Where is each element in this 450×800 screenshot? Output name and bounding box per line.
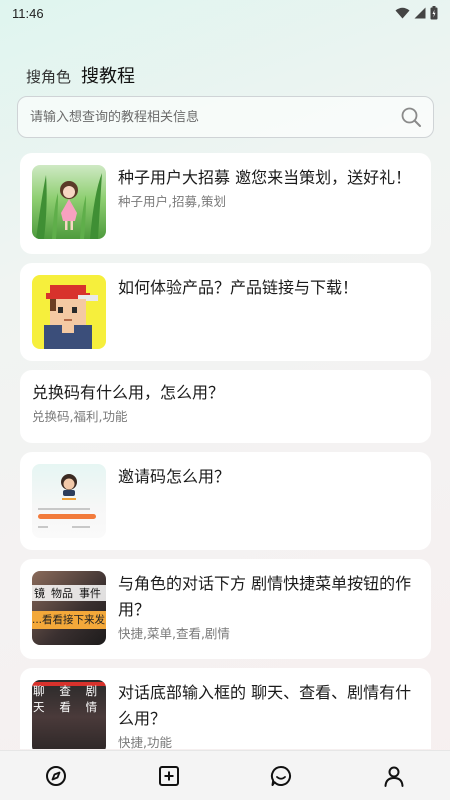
thumb-text: 镜	[34, 587, 45, 600]
status-icons	[395, 6, 438, 20]
card-title: 种子用户大招募 邀您来当策划，送好礼！	[118, 168, 412, 187]
pixel-boy-cap-thumbnail	[32, 275, 106, 349]
user-icon	[384, 766, 404, 787]
tutorial-list: 种子用户大招募 邀您来当策划，送好礼！ 种子用户,招募,策划 如何体验产品？产品…	[20, 153, 431, 749]
card-body: 如何体验产品？产品链接与下载！	[118, 275, 419, 349]
tutorial-card[interactable]: 聊天 查看 剧情 对话底部输入框的 聊天、查看、剧情有什么用？ 快捷,功能	[20, 668, 431, 749]
card-title: 如何体验产品？产品链接与下载！	[118, 278, 359, 297]
card-title: 邀请码怎么用？	[118, 467, 231, 486]
battery-icon	[430, 6, 438, 20]
tutorial-card[interactable]: 种子用户大招募 邀您来当策划，送好礼！ 种子用户,招募,策划	[20, 153, 431, 254]
card-body: 兑换码有什么用，怎么用？ 兑换码,福利,功能	[32, 380, 419, 433]
card-tags: 快捷,菜单,查看,剧情	[118, 626, 230, 641]
input-bar-screenshot-thumbnail: 聊天 查看 剧情	[32, 680, 106, 749]
card-title: 对话底部输入框的 聊天、查看、剧情有什么用？	[118, 683, 412, 728]
nav-create[interactable]	[149, 756, 189, 796]
tutorial-card[interactable]: 邀请码怎么用？	[20, 452, 431, 550]
girl-in-grass-thumbnail	[32, 165, 106, 239]
signal-icon	[414, 7, 426, 19]
bottom-nav	[0, 750, 450, 800]
card-tags: 种子用户,招募,策划	[118, 194, 226, 209]
card-body: 与角色的对话下方 剧情快捷菜单按钮的作用？ 快捷,菜单,查看,剧情	[118, 571, 419, 647]
card-title: 与角色的对话下方 剧情快捷菜单按钮的作用？	[118, 574, 412, 619]
card-tags: 兑换码,福利,功能	[32, 409, 128, 424]
chat-menu-screenshot-thumbnail: 镜 物品 事件 ...看看接下来发	[32, 571, 106, 645]
invite-code-screen-thumbnail	[32, 464, 106, 538]
nav-discover[interactable]	[36, 756, 76, 796]
thumb-text: 物品	[51, 587, 73, 600]
chat-bubble-icon	[271, 765, 292, 786]
search-icon	[401, 107, 421, 127]
search-mode-tabs: 搜角色 搜教程	[26, 62, 135, 88]
status-bar: 11:46	[0, 0, 450, 26]
tutorial-card[interactable]: 如何体验产品？产品链接与下载！	[20, 263, 431, 361]
compass-icon	[46, 765, 67, 786]
card-body: 种子用户大招募 邀您来当策划，送好礼！ 种子用户,招募,策划	[118, 165, 419, 242]
thumb-text: 事件	[79, 587, 101, 600]
nav-messages[interactable]	[261, 756, 301, 796]
tab-search-role[interactable]: 搜角色	[26, 66, 71, 87]
wifi-icon	[395, 7, 410, 19]
tutorial-card[interactable]: 镜 物品 事件 ...看看接下来发 与角色的对话下方 剧情快捷菜单按钮的作用？ …	[20, 559, 431, 659]
thumb-text: 聊天	[33, 684, 45, 714]
thumb-text: 剧情	[85, 684, 98, 714]
status-time: 11:46	[12, 5, 44, 21]
tab-search-tutorial[interactable]: 搜教程	[81, 62, 135, 88]
search-button[interactable]	[399, 105, 423, 129]
card-tags: 快捷,功能	[118, 735, 172, 749]
card-body: 对话底部输入框的 聊天、查看、剧情有什么用？ 快捷,功能	[118, 680, 419, 749]
card-body: 邀请码怎么用？	[118, 464, 419, 538]
tutorial-card[interactable]: 兑换码有什么用，怎么用？ 兑换码,福利,功能	[20, 370, 431, 443]
card-title: 兑换码有什么用，怎么用？	[32, 383, 225, 402]
search-bar	[17, 96, 434, 138]
thumb-text: 查看	[59, 684, 71, 714]
nav-profile[interactable]	[374, 756, 414, 796]
plus-square-icon	[158, 765, 179, 786]
search-input[interactable]	[30, 109, 399, 125]
thumb-text: ...看看接下来发	[32, 614, 106, 626]
